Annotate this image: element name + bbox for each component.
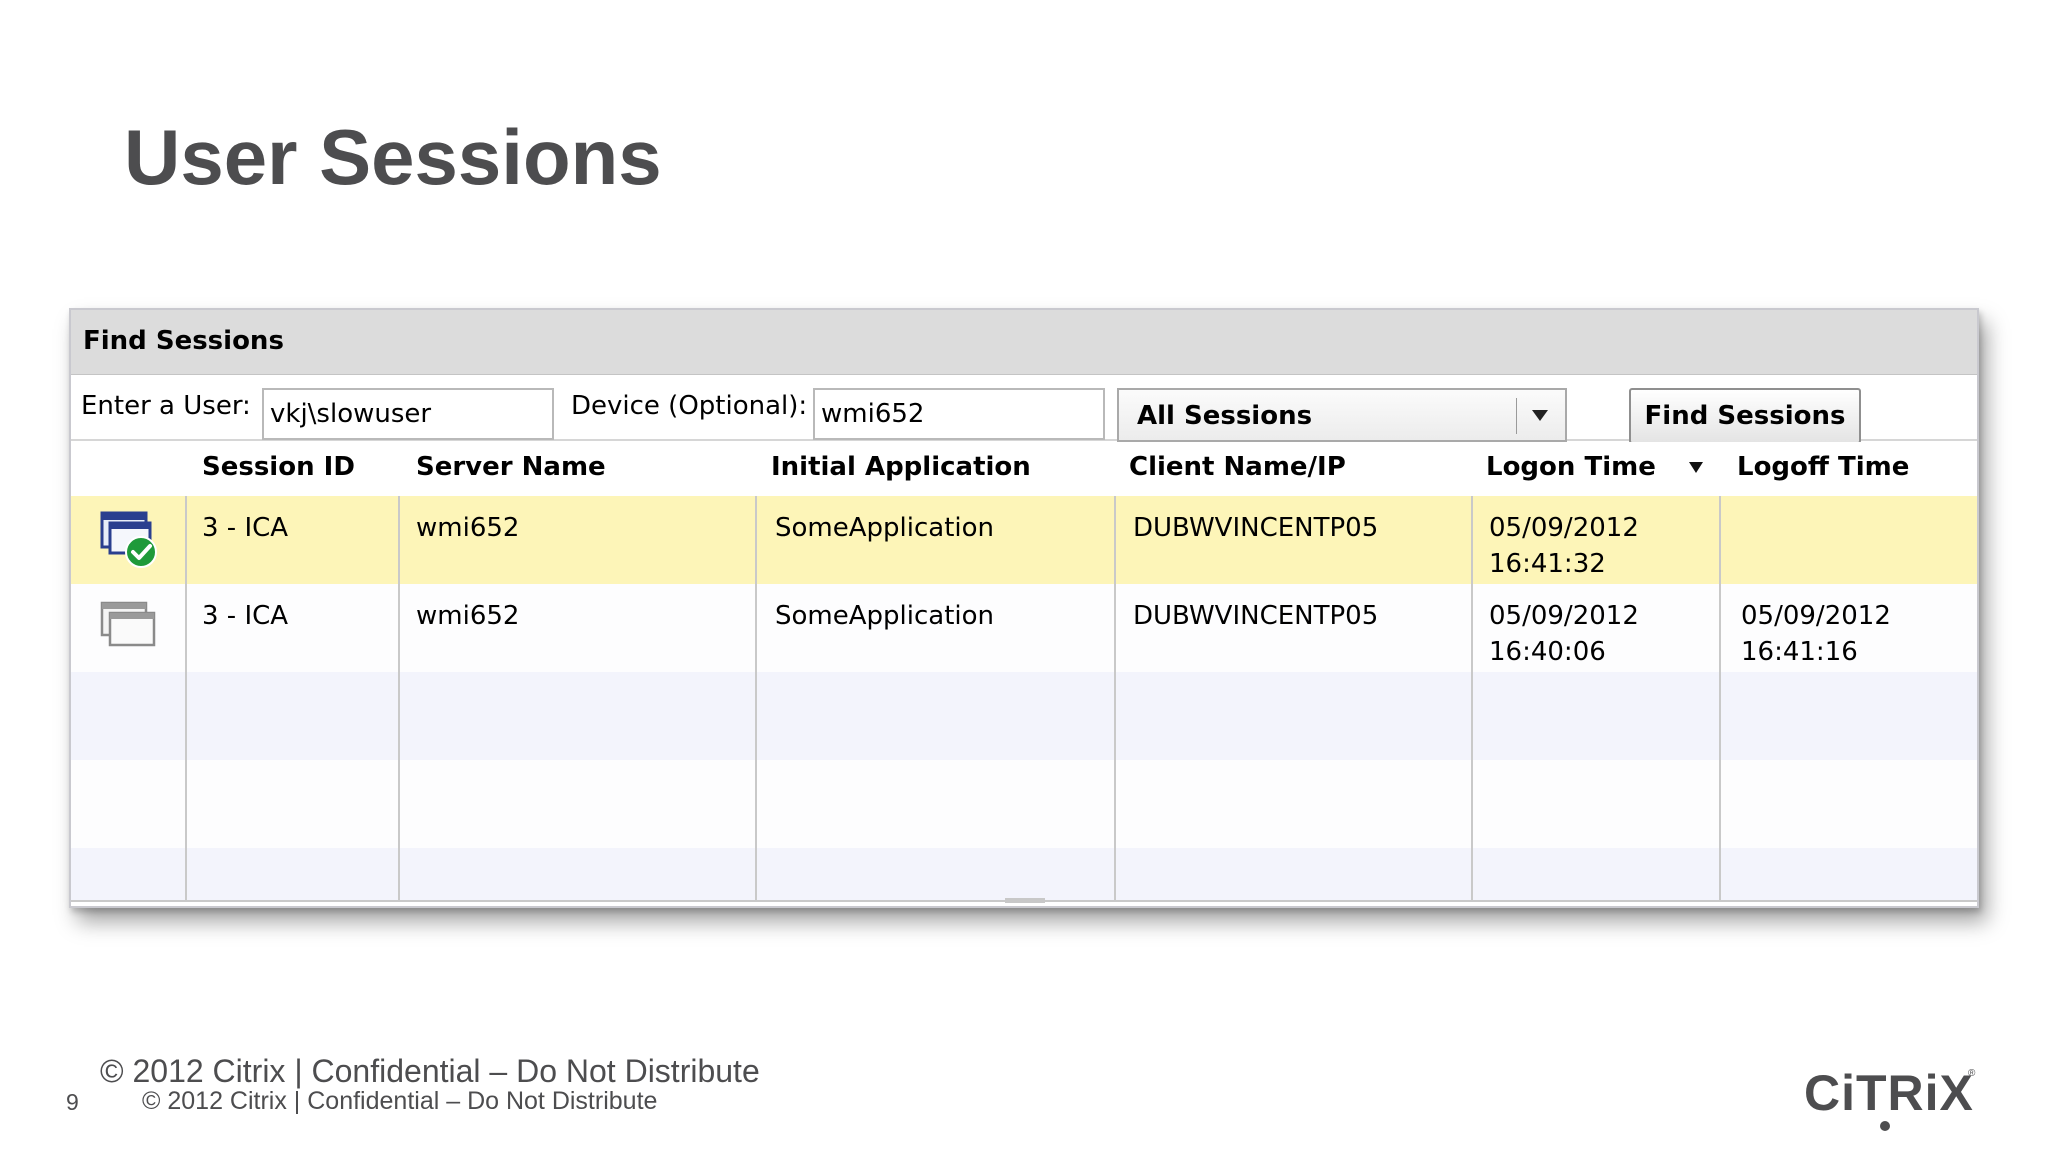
column-header-initial-application[interactable]: Initial Application bbox=[771, 452, 1031, 482]
find-sessions-panel: Find Sessions Enter a User: Device (Opti… bbox=[69, 308, 1979, 908]
device-label: Device (Optional): bbox=[571, 391, 808, 421]
column-divider bbox=[1471, 496, 1473, 900]
session-id-cell: 3 - ICA bbox=[202, 513, 289, 543]
session-id-cell: 3 - ICA bbox=[202, 601, 289, 631]
session-filter-dropdown[interactable]: All Sessions bbox=[1117, 388, 1567, 442]
column-header-session-id[interactable]: Session ID bbox=[202, 452, 355, 482]
column-divider bbox=[1719, 496, 1721, 900]
server-name-cell: wmi652 bbox=[416, 601, 520, 631]
resize-grip[interactable] bbox=[1005, 898, 1045, 903]
dropdown-separator bbox=[1516, 398, 1517, 434]
sort-descending-icon[interactable] bbox=[1685, 456, 1707, 478]
column-header-logoff-time[interactable]: Logoff Time bbox=[1737, 452, 1909, 482]
filter-bar: Enter a User: Device (Optional): All Ses… bbox=[71, 375, 1977, 444]
logon-date: 05/09/2012 bbox=[1489, 601, 1639, 631]
column-header-server-name[interactable]: Server Name bbox=[416, 452, 606, 482]
column-divider bbox=[398, 496, 400, 900]
panel-header: Find Sessions bbox=[71, 310, 1977, 375]
logon-time-cell: 05/09/2012 16:40:06 bbox=[1489, 598, 1639, 670]
panel-title: Find Sessions bbox=[83, 326, 284, 356]
logo-text: CiTRiX bbox=[1804, 1065, 1974, 1121]
find-sessions-button[interactable]: Find Sessions bbox=[1629, 388, 1861, 444]
grid-header: Session ID Server Name Initial Applicati… bbox=[71, 442, 1977, 496]
page-number: 9 bbox=[66, 1089, 79, 1115]
server-name-cell: wmi652 bbox=[416, 513, 520, 543]
column-header-client-name[interactable]: Client Name/IP bbox=[1129, 452, 1346, 482]
logon-date: 05/09/2012 bbox=[1489, 513, 1639, 543]
application-cell: SomeApplication bbox=[775, 513, 995, 543]
logoff-time-cell: 05/09/2012 16:41:16 bbox=[1741, 598, 1891, 670]
logoff-time: 16:41:16 bbox=[1741, 637, 1858, 667]
client-name-cell: DUBWVINCENTP05 bbox=[1133, 601, 1379, 631]
logoff-date: 05/09/2012 bbox=[1741, 601, 1891, 631]
application-cell: SomeApplication bbox=[775, 601, 995, 631]
session-ended-icon bbox=[100, 601, 156, 647]
column-divider bbox=[755, 496, 757, 900]
logon-time-cell: 05/09/2012 16:41:32 bbox=[1489, 510, 1639, 582]
empty-row bbox=[71, 848, 1977, 900]
column-divider bbox=[185, 496, 187, 900]
empty-row bbox=[71, 672, 1977, 760]
citrix-logo: CiTRiX ® bbox=[1804, 1065, 1976, 1131]
dropdown-arrow-icon[interactable] bbox=[1525, 399, 1555, 431]
user-label: Enter a User: bbox=[81, 391, 251, 421]
slide-title: User Sessions bbox=[124, 113, 662, 201]
svg-text:®: ® bbox=[1968, 1068, 1976, 1079]
device-input[interactable] bbox=[813, 388, 1105, 440]
column-divider bbox=[1114, 496, 1116, 900]
user-input[interactable] bbox=[262, 388, 554, 440]
session-active-icon bbox=[100, 511, 157, 568]
table-row[interactable]: 3 - ICA wmi652 SomeApplication DUBWVINCE… bbox=[71, 496, 1977, 584]
logon-time: 16:40:06 bbox=[1489, 637, 1606, 667]
column-header-logon-time[interactable]: Logon Time bbox=[1486, 452, 1656, 482]
footer-copyright-small: © 2012 Citrix | Confidential – Do Not Di… bbox=[142, 1087, 658, 1115]
client-name-cell: DUBWVINCENTP05 bbox=[1133, 513, 1379, 543]
session-filter-value: All Sessions bbox=[1137, 401, 1313, 431]
table-row[interactable]: 3 - ICA wmi652 SomeApplication DUBWVINCE… bbox=[71, 584, 1977, 672]
logon-time: 16:41:32 bbox=[1489, 549, 1606, 579]
footer-copyright: © 2012 Citrix | Confidential – Do Not Di… bbox=[100, 1053, 760, 1089]
empty-row bbox=[71, 760, 1977, 848]
